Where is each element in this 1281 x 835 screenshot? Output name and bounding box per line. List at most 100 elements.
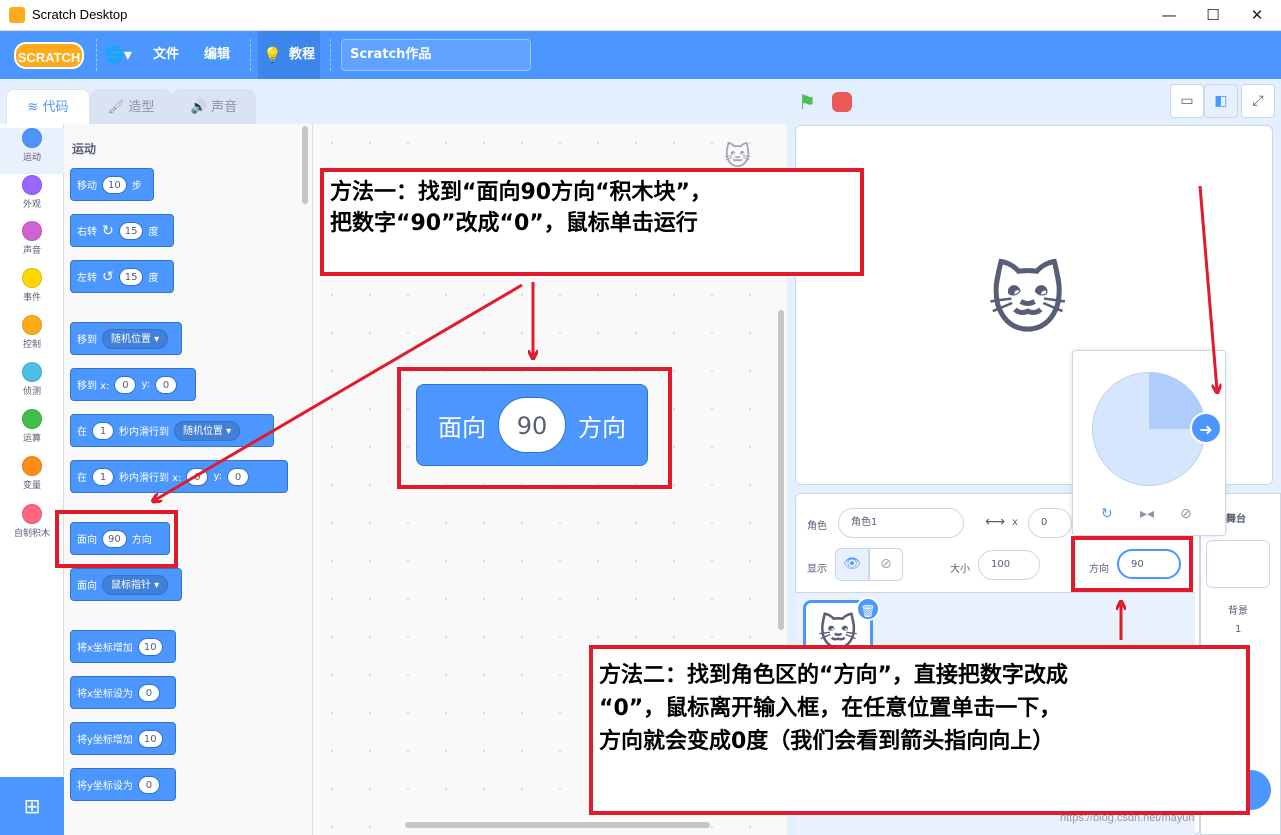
block-input[interactable]: 0 [186, 467, 209, 486]
fullscreen-button[interactable]: ⤢ [1241, 84, 1275, 118]
minimize-button[interactable]: — [1154, 4, 1184, 26]
category-sensing[interactable]: 侦测 [0, 362, 64, 408]
looks-dot-icon [22, 175, 42, 195]
category-looks[interactable]: 外观 [0, 175, 64, 221]
tab-costumes-label: 造型 [128, 100, 155, 115]
category-variables[interactable]: 变量 [0, 456, 64, 502]
block-change-y[interactable]: 将y坐标增加 10 [70, 722, 176, 755]
block-text: 在 [77, 473, 87, 484]
cat-sprite[interactable]: 🐱 [988, 255, 1067, 344]
category-control[interactable]: 控制 [0, 315, 64, 361]
category-label: 侦测 [22, 387, 41, 397]
rotate-all-around-icon[interactable]: ↻ [1101, 506, 1113, 522]
block-change-x[interactable]: 将x坐标增加 10 [70, 630, 176, 663]
category-operators[interactable]: 运算 [0, 409, 64, 455]
project-title-input[interactable]: Scratch作品 [341, 39, 531, 71]
tab-sounds-label: 声音 [211, 100, 238, 115]
block-input[interactable]: 0 [114, 375, 137, 394]
block-input[interactable]: 0 [155, 375, 178, 394]
tab-costumes[interactable]: 🖌 造型 [90, 89, 172, 124]
dont-rotate-icon[interactable]: ⊘ [1180, 506, 1192, 522]
language-menu[interactable]: 🌐▾ [104, 31, 132, 79]
block-point-towards[interactable]: 面向 鼠标指针 ▾ [70, 568, 182, 601]
delete-sprite-button[interactable]: 🗑 [856, 597, 880, 621]
block-input[interactable]: 0 [137, 683, 160, 702]
menu-bar: SCRATCH 🌐▾ 文件 编辑 💡 教程 Scratch作品 [0, 31, 1281, 79]
green-flag-icon[interactable]: ⚑ [798, 90, 816, 114]
block-turn-right[interactable]: 右转 ↻ 15 度 [70, 214, 174, 247]
workspace-vertical-scrollbar[interactable] [778, 310, 784, 630]
direction-arrow-icon[interactable]: ➜ [1190, 412, 1222, 444]
lightbulb-icon: 💡 [263, 46, 282, 64]
callout-method-two: 方法二：找到角色区的“方向”，直接把数字改成 “0”，鼠标离开输入框，在任意位置… [589, 645, 1250, 815]
app-icon [9, 7, 25, 23]
block-input[interactable]: 0 [137, 775, 160, 794]
eye-icon: 👁 [843, 556, 861, 572]
small-stage-button[interactable]: ▭ [1170, 84, 1204, 118]
block-goto[interactable]: 移到 随机位置 ▾ [70, 322, 182, 355]
menu-separator [96, 39, 97, 71]
block-dropdown[interactable]: 随机位置 ▾ [174, 420, 241, 441]
block-input[interactable]: 1 [92, 467, 114, 486]
maximize-button[interactable]: ☐ [1198, 4, 1228, 26]
my-blocks-dot-icon [22, 504, 42, 524]
stop-icon[interactable] [832, 92, 852, 112]
category-events[interactable]: 事件 [0, 268, 64, 314]
size-input[interactable]: 100 [978, 550, 1040, 580]
callout-method-one: 方法一：找到“面向90方向“积木块”， 把数字“90”改成“0”，鼠标单击运行 [320, 168, 864, 276]
block-set-x[interactable]: 将x坐标设为 0 [70, 676, 176, 709]
sprite-name-label: 角色 [807, 521, 827, 532]
block-set-y[interactable]: 将y坐标设为 0 [70, 768, 176, 801]
block-dropdown[interactable]: 鼠标指针 ▾ [102, 574, 169, 595]
close-button[interactable]: ✕ [1242, 4, 1272, 26]
block-text: 移到 [77, 335, 97, 346]
events-dot-icon [22, 268, 42, 288]
palette-heading: 运动 [72, 142, 97, 156]
block-turn-left[interactable]: 左转 ↺ 15 度 [70, 260, 174, 293]
block-glide-xy[interactable]: 在 1 秒内滑行到 x: 0 y: 0 [70, 460, 288, 493]
backdrop-count: 1 [1235, 624, 1242, 635]
callout-line: “0”，鼠标离开输入框，在任意位置单击一下， [599, 696, 1062, 721]
block-input[interactable]: 1 [92, 421, 114, 440]
tutorials-button[interactable]: 💡 教程 [258, 31, 320, 79]
block-input[interactable]: 10 [137, 729, 163, 748]
block-text: 将x坐标增加 [77, 643, 133, 654]
block-text: 将x坐标设为 [77, 689, 133, 700]
normal-stage-button[interactable]: ◧ [1204, 84, 1238, 118]
window-titlebar: Scratch Desktop — ☐ ✕ [0, 0, 1281, 31]
stage-thumbnail[interactable] [1206, 540, 1270, 588]
add-extension-button[interactable]: ⊞ [0, 777, 64, 835]
category-label: 事件 [22, 293, 41, 303]
block-input[interactable]: 15 [118, 221, 144, 240]
block-text: 右转 [77, 227, 97, 238]
block-goto-xy[interactable]: 移到 x: 0 y: 0 [70, 368, 196, 401]
category-label: 控制 [22, 340, 41, 350]
block-text: 将y坐标设为 [77, 781, 133, 792]
block-glide[interactable]: 在 1 秒内滑行到 随机位置 ▾ [70, 414, 274, 447]
workspace-horizontal-scrollbar[interactable] [405, 822, 710, 828]
category-label: 运算 [22, 434, 41, 444]
block-input[interactable]: 15 [118, 267, 144, 286]
operators-dot-icon [22, 409, 42, 429]
block-text: 度 [148, 227, 159, 238]
scratch-logo[interactable]: SCRATCH [14, 42, 84, 69]
palette-scrollbar[interactable] [302, 126, 308, 204]
block-input[interactable]: 0 [227, 467, 250, 486]
category-sound[interactable]: 声音 [0, 221, 64, 267]
hide-sprite-button[interactable]: ⊘ [869, 548, 903, 581]
tab-sounds[interactable]: 🔊 声音 [172, 89, 256, 124]
tab-code[interactable]: ≋ 代码 [6, 89, 90, 125]
file-menu[interactable]: 文件 [153, 31, 179, 79]
edit-menu[interactable]: 编辑 [204, 31, 230, 79]
block-dropdown[interactable]: 随机位置 ▾ [102, 328, 169, 349]
category-motion[interactable]: 运动 [0, 128, 64, 174]
code-icon: ≋ [27, 100, 39, 115]
block-input[interactable]: 10 [137, 637, 163, 656]
block-move-steps[interactable]: 移动 10 步 [70, 168, 154, 201]
sprite-name-input[interactable]: 角色1 [838, 508, 964, 538]
x-input[interactable]: 0 [1028, 508, 1072, 538]
left-right-icon[interactable]: ▸◂ [1140, 506, 1154, 522]
show-sprite-button[interactable]: 👁 [835, 548, 869, 581]
menu-separator [330, 39, 331, 71]
block-input[interactable]: 10 [102, 175, 127, 194]
